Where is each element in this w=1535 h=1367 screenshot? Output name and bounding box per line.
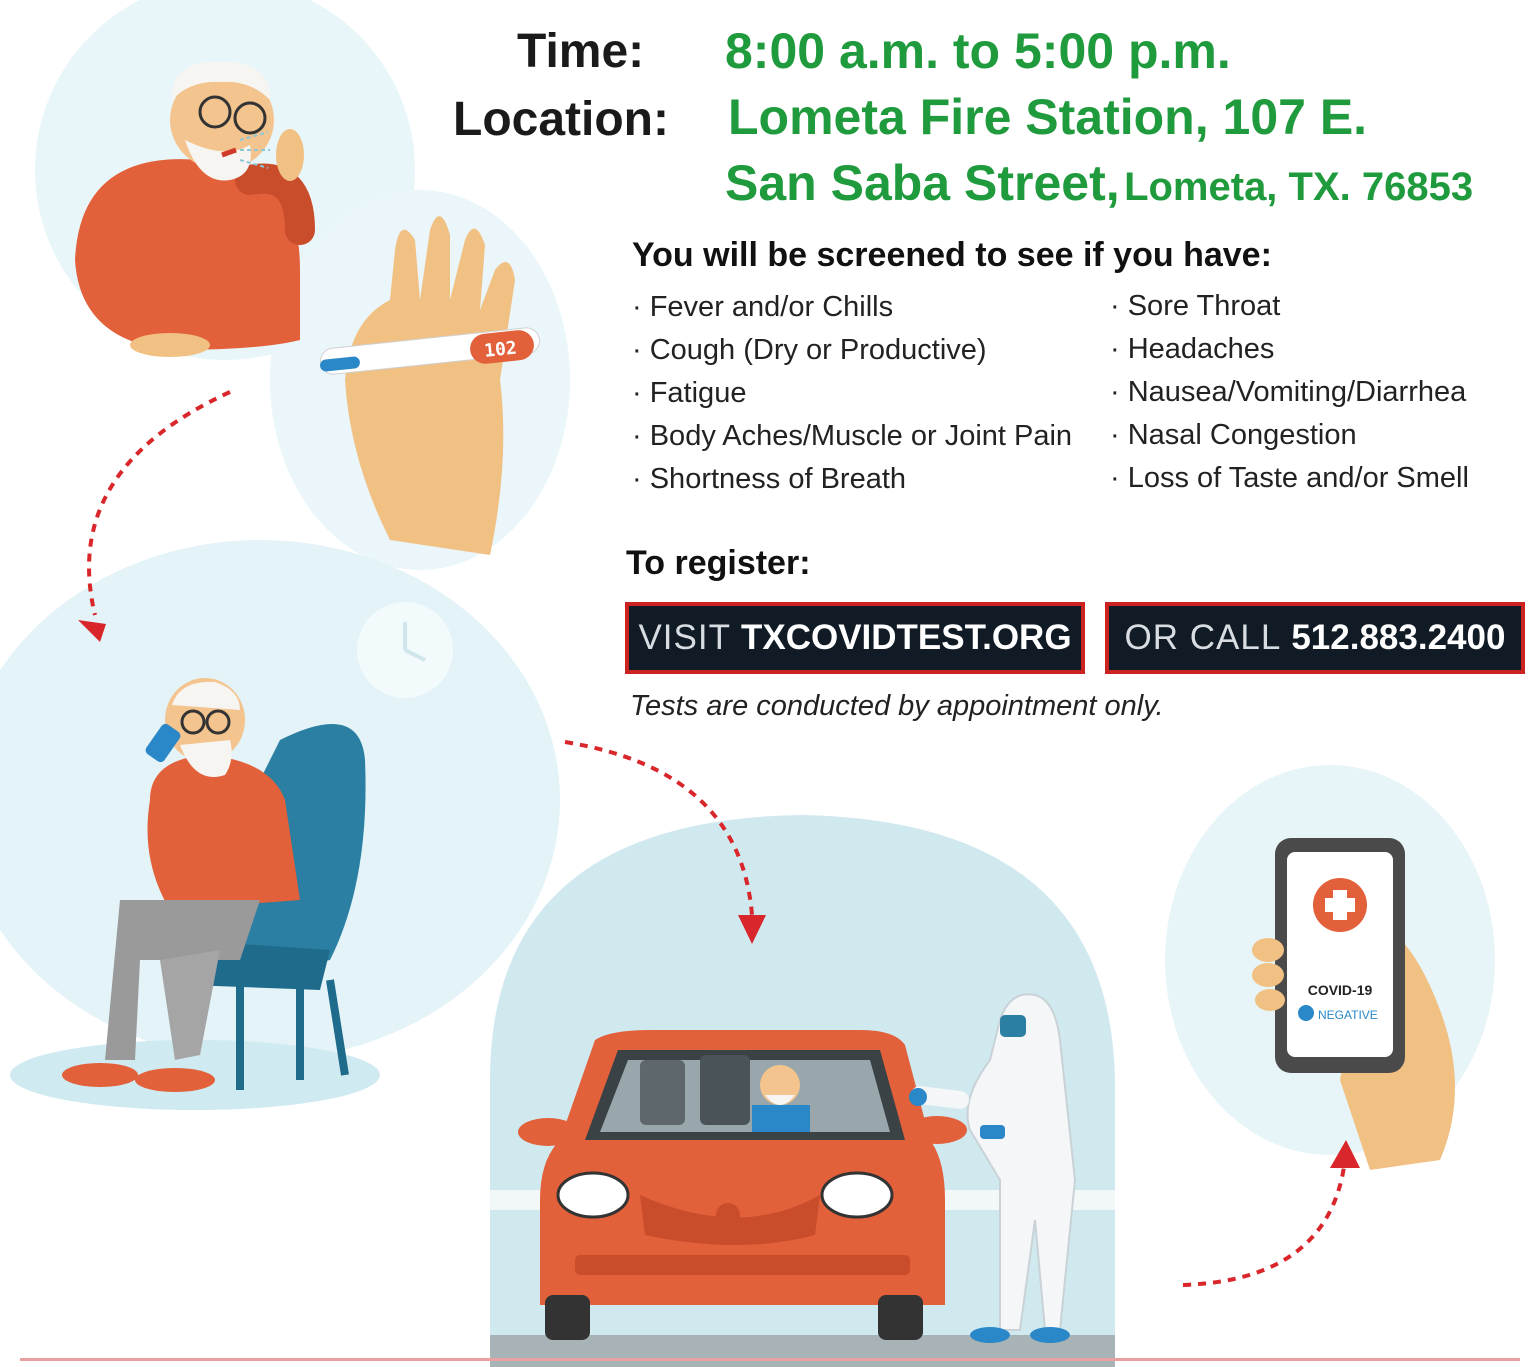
location-street: San Saba Street, [725,155,1120,211]
location-city: Lometa, TX. 76853 [1124,165,1474,209]
call-number: 512.883.2400 [1291,618,1506,657]
symptom-item: · Fever and/or Chills [632,291,894,323]
arrow-up-right [1182,1159,1347,1287]
symptom-list-1: · Fever and/or Chills · Cough (Dry or Pr… [632,293,1072,508]
time-value: 8:00 a.m. to 5:00 p.m. [725,23,1231,79]
call-phone-button[interactable]: OR CALL 512.883.2400 [1105,602,1525,674]
symptom-item: · Body Aches/Muscle or Joint Pain [632,420,1073,452]
screening-heading: You will be screened to see if you have: [632,236,1272,274]
visit-site: TXCOVIDTEST.ORG [740,618,1072,657]
appointment-note: Tests are conducted by appointment only. [630,690,1164,722]
clock-icon [357,602,453,698]
phone-covid-title: COVID-19 [1308,982,1373,998]
location-label: Location: [453,93,669,146]
symptom-item: · Nasal Congestion [1110,419,1357,451]
time-label: Time: [517,25,645,78]
location-line-1: Lometa Fire Station, 107 E. [728,89,1368,145]
symptom-item: · Cough (Dry or Productive) [632,334,987,366]
symptom-list-2: · Sore Throat · Headaches · Nausea/Vomit… [1110,292,1469,507]
symptom-item: · Sore Throat [1110,290,1281,322]
symptom-item: · Fatigue [632,377,747,409]
symptom-item: · Loss of Taste and/or Smell [1110,462,1469,494]
location-line-2: San Saba Street, Lometa, TX. 76853 [725,154,1473,212]
visit-prefix: VISIT [638,618,731,657]
thermometer-reading: 102 [483,338,518,362]
call-prefix: OR CALL [1124,618,1282,657]
symptom-item: · Shortness of Breath [632,463,907,495]
visit-website-button[interactable]: VISIT TXCOVIDTEST.ORG [625,602,1085,674]
register-heading: To register: [626,544,811,582]
symptom-item: · Headaches [1110,333,1275,365]
symptom-item: · Nausea/Vomiting/Diarrhea [1110,376,1467,408]
phone-status-text: NEGATIVE [1318,1008,1378,1022]
